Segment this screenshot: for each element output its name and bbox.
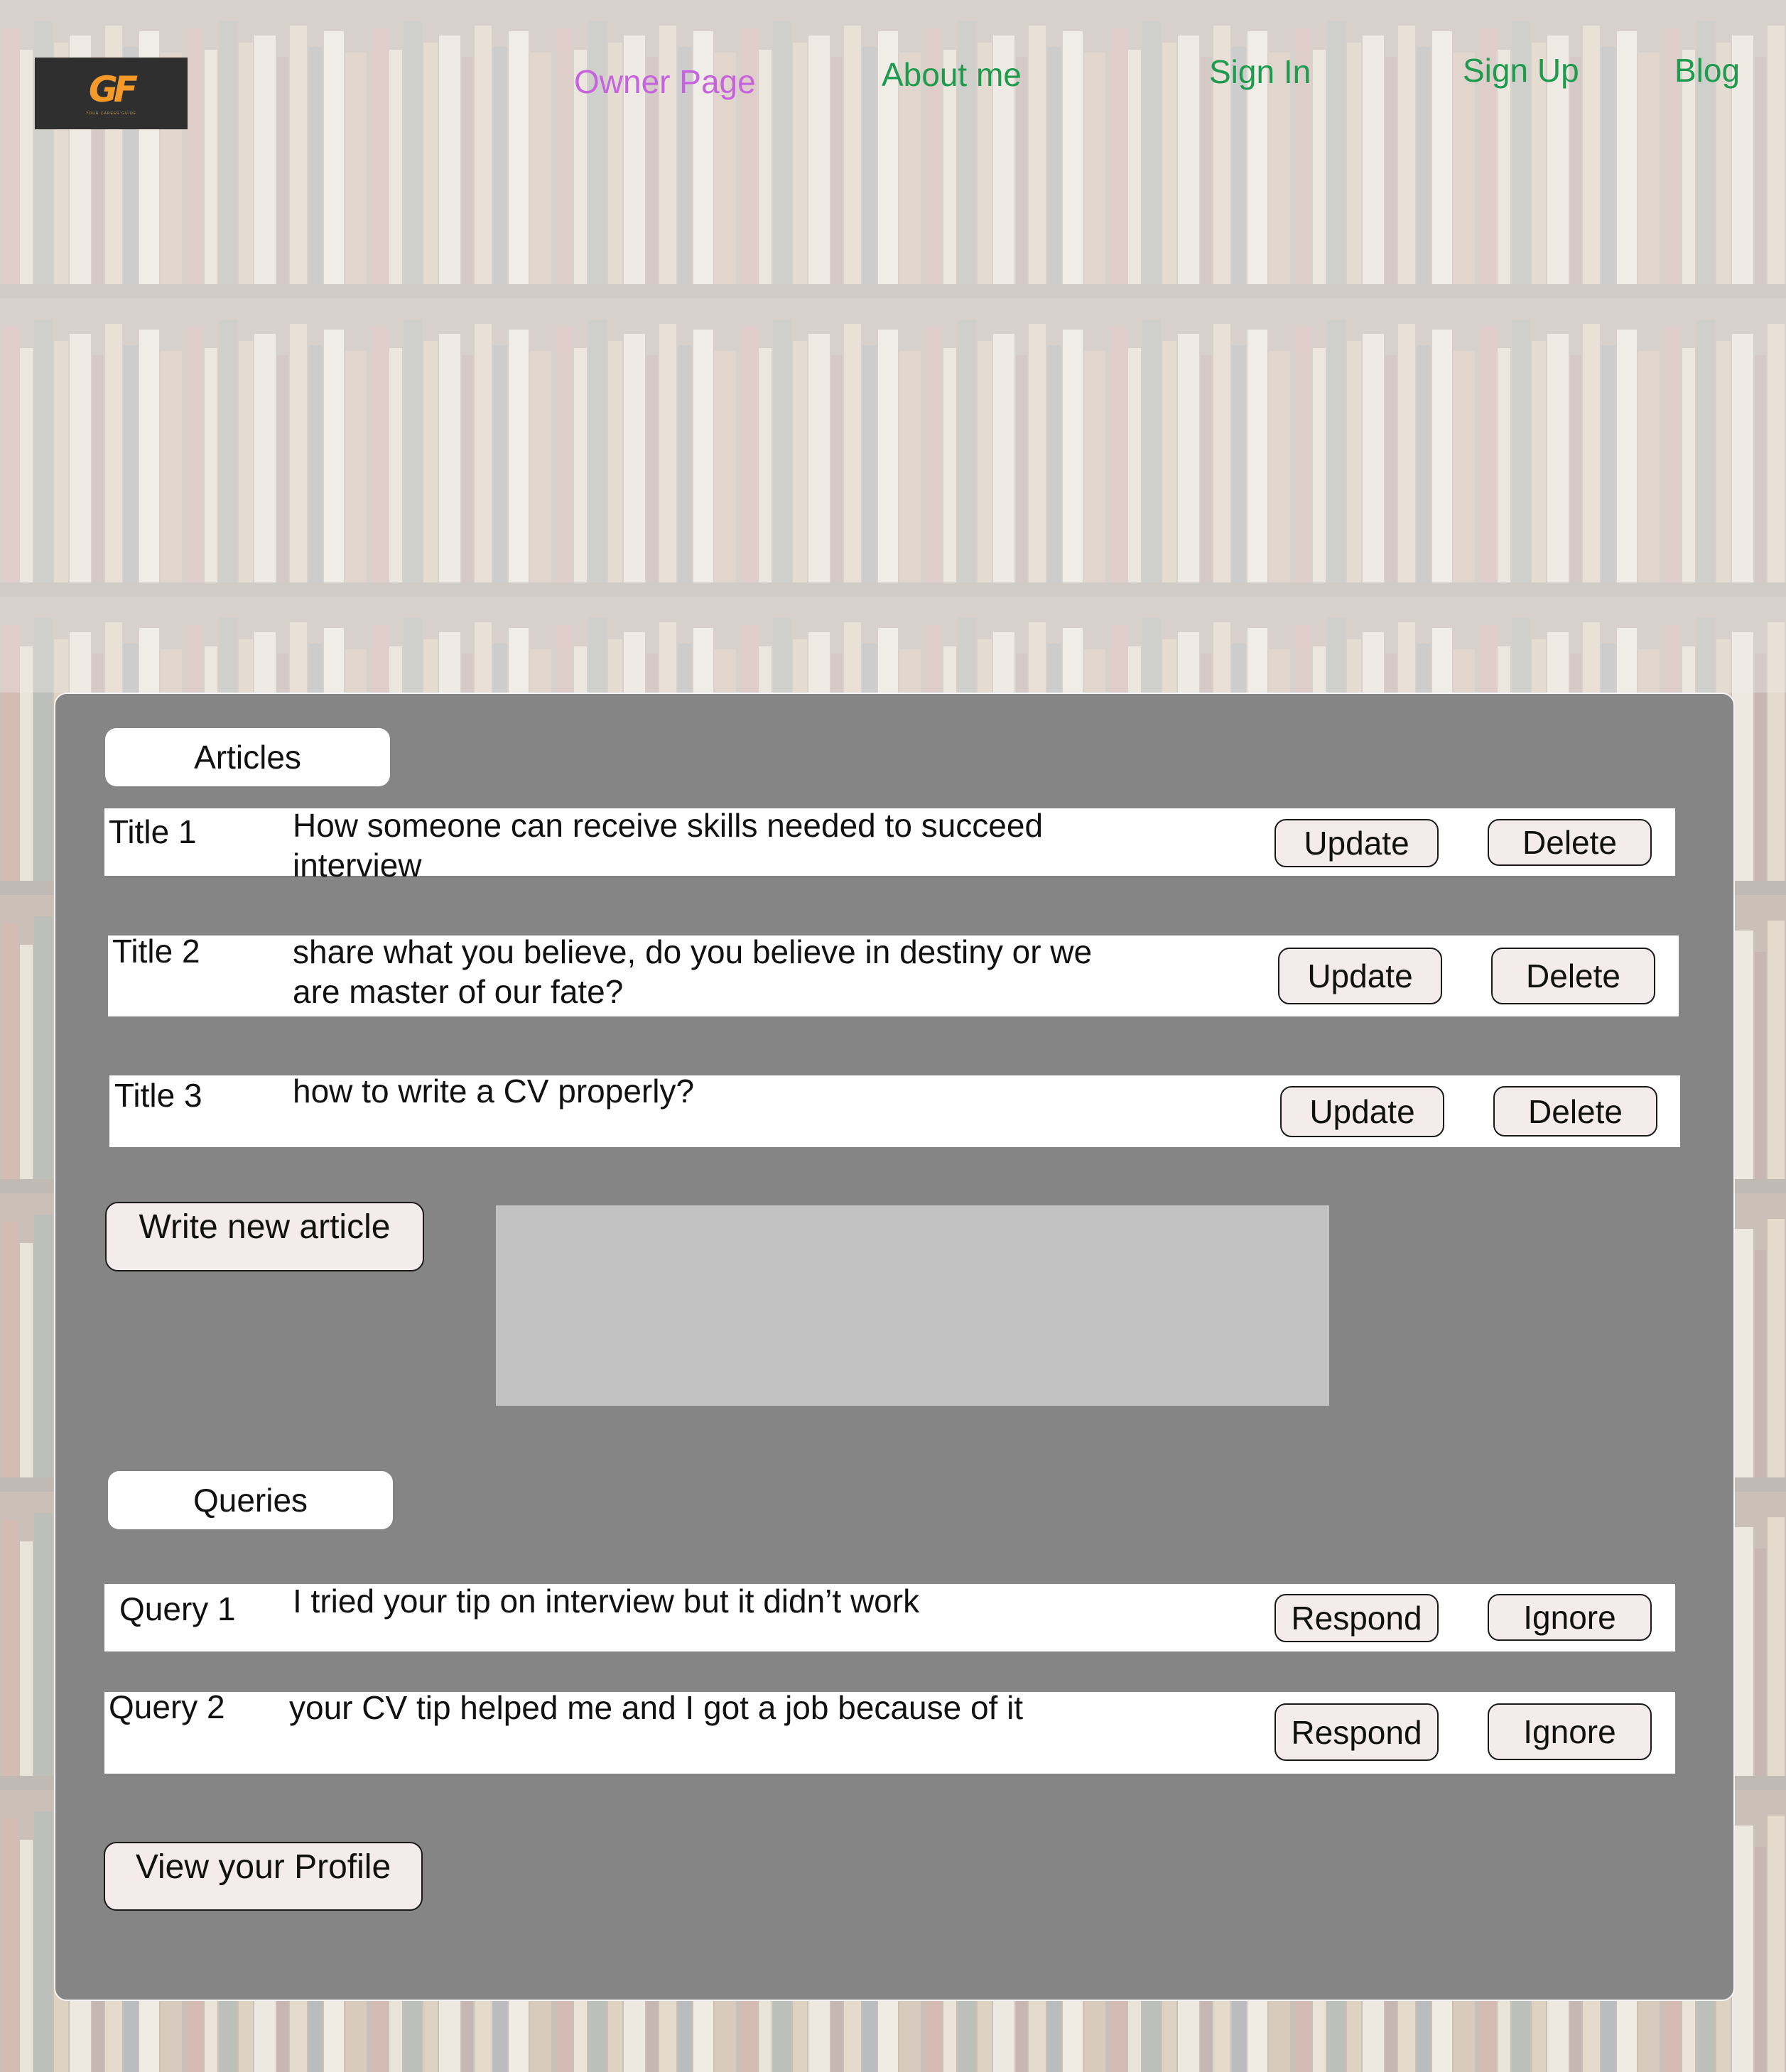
- query-title: Query 1: [119, 1590, 236, 1627]
- nav-sign-up[interactable]: Sign Up: [1463, 51, 1579, 90]
- logo-tagline: YOUR CAREER GUIDE: [86, 111, 136, 116]
- query-title: Query 2: [109, 1688, 225, 1725]
- article-title: Title 1: [109, 813, 197, 850]
- nav-blog[interactable]: Blog: [1674, 51, 1740, 90]
- update-button[interactable]: Update: [1278, 948, 1442, 1004]
- delete-button[interactable]: Delete: [1491, 948, 1655, 1004]
- delete-button[interactable]: Delete: [1488, 819, 1652, 866]
- article-title: Title 2: [112, 933, 200, 970]
- view-profile-button[interactable]: View your Profile: [104, 1842, 423, 1911]
- query-text: I tried your tip on interview but it did…: [293, 1583, 920, 1620]
- query-text: your CV tip helped me and I got a job be…: [289, 1689, 1024, 1726]
- write-new-article-button[interactable]: Write new article: [105, 1202, 424, 1271]
- respond-button[interactable]: Respond: [1274, 1594, 1439, 1642]
- update-button[interactable]: Update: [1274, 819, 1439, 867]
- logo-mark: GF: [88, 68, 138, 110]
- article-text: share what you believe, do you believe i…: [293, 933, 1093, 1010]
- logo[interactable]: GF YOUR CAREER GUIDE: [35, 58, 188, 129]
- nav-owner-page[interactable]: Owner Page: [574, 63, 756, 101]
- ignore-button[interactable]: Ignore: [1488, 1594, 1652, 1641]
- nav-sign-in[interactable]: Sign In: [1209, 53, 1311, 91]
- update-button[interactable]: Update: [1280, 1086, 1444, 1137]
- nav-about-me[interactable]: About me: [882, 55, 1022, 94]
- articles-heading: Articles: [105, 728, 390, 786]
- queries-heading: Queries: [108, 1471, 393, 1529]
- article-text: How someone can receive skills needed to…: [293, 807, 1044, 884]
- delete-button[interactable]: Delete: [1493, 1086, 1657, 1137]
- article-title: Title 3: [114, 1077, 202, 1114]
- ignore-button[interactable]: Ignore: [1488, 1703, 1652, 1760]
- hero-veil: [0, 0, 1786, 693]
- respond-button[interactable]: Respond: [1274, 1703, 1439, 1761]
- article-editor-placeholder: [496, 1205, 1329, 1406]
- article-text: how to write a CV properly?: [293, 1073, 695, 1110]
